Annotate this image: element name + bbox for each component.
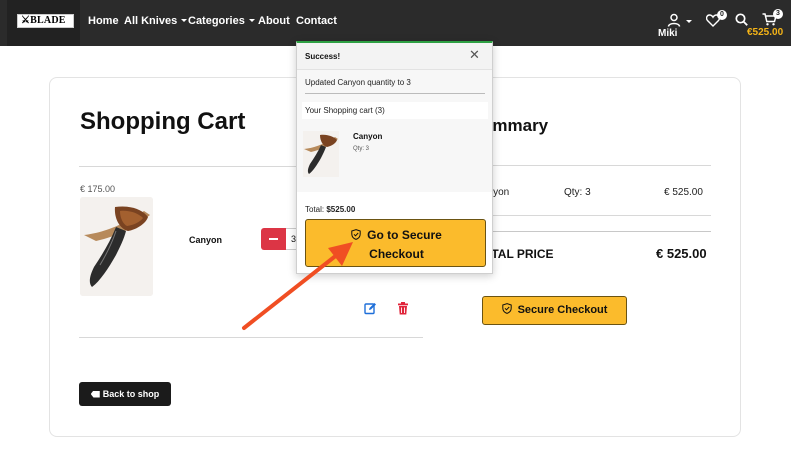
navbar: ⚔BLADE Home All Knives Categories About … xyxy=(0,0,791,46)
logo-area[interactable]: ⚔BLADE xyxy=(7,0,80,46)
popup-header: Success! ✕ xyxy=(297,43,492,70)
popup-item-qty: Qty: 3 xyxy=(353,146,370,152)
wishlist-count-badge: 0 xyxy=(717,10,727,20)
popup-total-value: $525.00 xyxy=(326,205,356,214)
popup-item-name: Canyon xyxy=(353,132,383,141)
nav-contact[interactable]: Contact xyxy=(296,15,337,27)
edit-icon[interactable] xyxy=(364,302,377,320)
chevron-down-icon xyxy=(181,19,188,22)
user-name[interactable]: Miki xyxy=(658,28,677,39)
nav-categories[interactable]: Categories xyxy=(188,15,255,27)
divider xyxy=(482,231,711,232)
popup-product-thumbnail xyxy=(303,131,339,177)
divider xyxy=(482,165,711,166)
divider xyxy=(79,337,423,338)
logo[interactable]: ⚔BLADE xyxy=(17,14,74,28)
item-name[interactable]: Canyon xyxy=(189,235,222,245)
nav-home[interactable]: Home xyxy=(88,15,119,27)
popup-cart-label: Your Shopping cart (3) xyxy=(302,102,488,119)
arrow-annotation xyxy=(242,242,353,330)
trash-icon[interactable] xyxy=(397,302,409,320)
back-icon xyxy=(90,390,100,398)
summary-line-price: € 525.00 xyxy=(664,187,703,198)
divider xyxy=(305,93,485,94)
product-image[interactable] xyxy=(80,197,153,296)
secure-checkout-button[interactable]: Secure Checkout xyxy=(482,296,627,325)
total-price-value: € 525.00 xyxy=(656,246,707,261)
cart-count-badge: 3 xyxy=(773,9,783,19)
chevron-down-icon xyxy=(248,19,255,22)
popup-title: Success! xyxy=(305,52,341,61)
cart-total[interactable]: €525.00 xyxy=(747,27,783,38)
summary-quantity: Qty: 3 xyxy=(564,187,591,198)
item-price: € 175.00 xyxy=(80,184,116,194)
shield-icon xyxy=(501,303,512,314)
chevron-down-icon xyxy=(686,20,692,23)
back-to-shop-button[interactable]: Back to shop xyxy=(79,382,171,406)
nav-all-knives[interactable]: All Knives xyxy=(124,15,188,27)
popup-total: Total: $525.00 xyxy=(305,205,356,214)
page-title: Shopping Cart xyxy=(80,108,246,135)
popup-message: Updated Canyon quantity to 3 xyxy=(305,78,411,87)
nav-about[interactable]: About xyxy=(258,15,290,27)
divider xyxy=(482,215,711,216)
close-icon[interactable]: ✕ xyxy=(469,47,480,63)
